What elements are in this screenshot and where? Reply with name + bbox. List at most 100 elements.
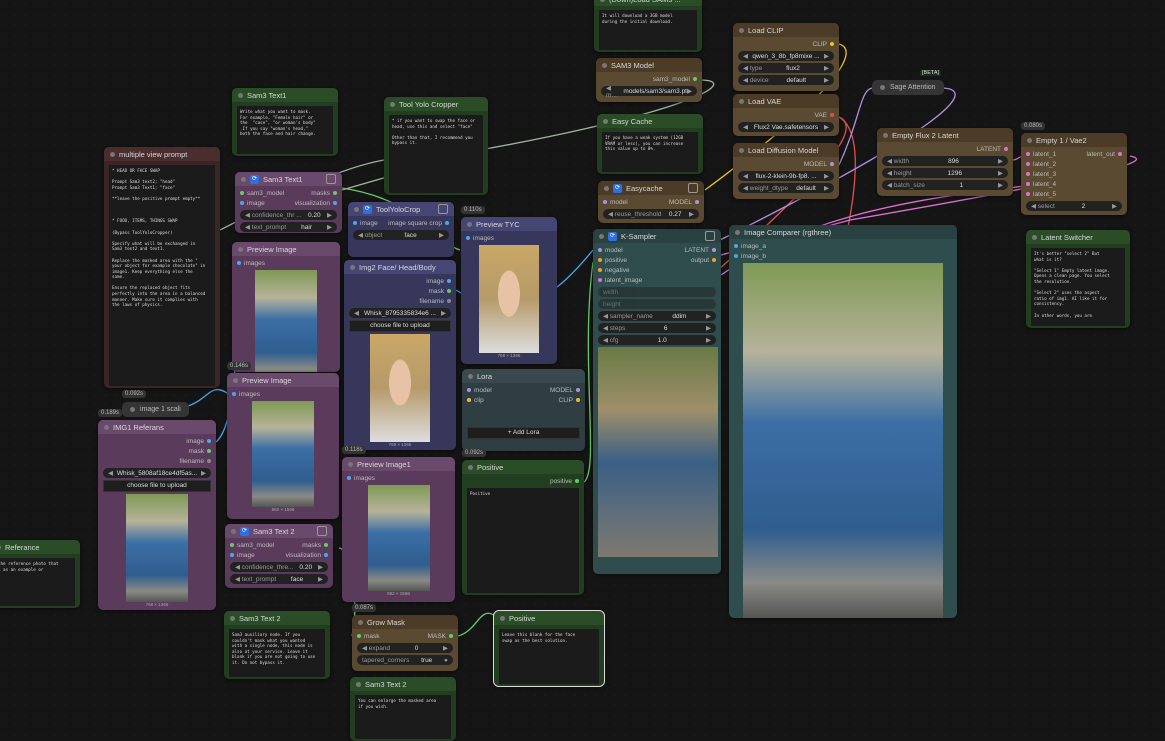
collapse-dot-icon[interactable] xyxy=(358,619,363,625)
output-slot[interactable]: LATENT xyxy=(977,146,1008,153)
note-text[interactable]: You can enlarge the masked area if you w… xyxy=(355,695,451,739)
node-header[interactable]: Load Diffusion Model xyxy=(733,143,839,157)
arrow-right-icon[interactable]: ▶ xyxy=(706,312,711,320)
input-slot[interactable]: images xyxy=(237,260,265,267)
input-pin-icon[interactable] xyxy=(353,221,357,225)
expand-icon[interactable] xyxy=(317,526,327,536)
input-slot[interactable]: sam3_model xyxy=(230,542,274,549)
output-slot[interactable]: image xyxy=(186,438,211,445)
collapse-dot-icon[interactable] xyxy=(354,206,359,212)
input-pin-icon[interactable] xyxy=(467,388,471,392)
widget-confidence_thr[interactable]: ◀ confidence_thr ... 0.20 ▶ xyxy=(240,210,337,220)
input-pin-icon[interactable] xyxy=(467,398,471,402)
output-pin-icon[interactable] xyxy=(207,459,211,463)
node-emptyflux[interactable]: Empty Flux 2 Latent LATENT ◀ width 896 ▶ ◀ he… xyxy=(877,128,1013,196)
node-loadclip[interactable]: Load CLIP CLIP ◀ qwen_3_8b_fp8mixe ... ▶ ◀ t… xyxy=(733,23,839,91)
node-header[interactable]: Preview TYC xyxy=(461,217,557,231)
node-img2[interactable]: Img2 Face/ Head/Body image mask filename ◀ W… xyxy=(344,260,456,450)
node-header[interactable]: Grow Mask xyxy=(352,615,458,629)
output-pin-icon[interactable] xyxy=(830,113,834,117)
output-slot[interactable]: latent_out xyxy=(1086,151,1122,158)
node-yolonote[interactable]: Tool Yolo Cropper * if you want to swap t… xyxy=(384,97,488,195)
widget-device[interactable]: ◀ device default ▶ xyxy=(738,75,834,85)
collapse-dot-icon[interactable] xyxy=(600,0,605,2)
input-pin-icon[interactable] xyxy=(240,201,244,205)
collapse-dot-icon[interactable] xyxy=(602,62,607,68)
widget-value[interactable]: ◀ qwen_3_8b_fp8mixe ... ▶ xyxy=(738,51,834,61)
output-pin-icon[interactable] xyxy=(830,42,834,46)
node-header[interactable]: Positive xyxy=(494,611,604,625)
note-text[interactable]: * HEAD OR FACE SWAP Prompt Sam3 text2; "… xyxy=(109,165,215,386)
input-pin-icon[interactable] xyxy=(232,392,236,396)
note-text[interactable]: If you have a weak system (12GB VRAM or … xyxy=(602,132,698,172)
node-sam3t2[interactable]: ⟳ Sam3 Text 2 sam3_model masks image visualiz… xyxy=(225,524,333,588)
arrow-right-icon[interactable]: ▶ xyxy=(824,184,829,192)
node-ksampler[interactable]: ⟳ K-Sampler model LATENT positive output negat… xyxy=(593,229,721,574)
collapsed-node-sage[interactable]: Sage Attention xyxy=(872,80,944,95)
widget-text_prompt[interactable]: ◀ text_prompt hair ▶ xyxy=(240,222,337,232)
input-pin-icon[interactable] xyxy=(598,248,602,252)
input-slot[interactable]: latent_2 xyxy=(1026,161,1056,168)
output-pin-icon[interactable] xyxy=(575,479,579,483)
node-prev3[interactable]: Preview Image1 images 882 × 1568 xyxy=(342,457,455,602)
collapse-dot-icon[interactable] xyxy=(0,544,1,550)
node-header[interactable]: Sam3 Text 2 xyxy=(350,677,456,691)
arrow-right-icon[interactable]: ▶ xyxy=(443,644,448,652)
collapse-dot-icon[interactable] xyxy=(739,27,744,33)
arrow-right-icon[interactable]: ▶ xyxy=(689,210,694,218)
node-loaddiff[interactable]: Load Diffusion Model MODEL ◀ flux-2-klein-… xyxy=(733,143,839,199)
input-slot[interactable]: positive xyxy=(598,257,627,264)
output-slot[interactable]: masks xyxy=(311,190,337,197)
output-pin-icon[interactable] xyxy=(712,258,716,262)
node-sam3note2[interactable]: Sam3 Text 2 Sam3 auxiliary node. If you c… xyxy=(224,611,330,679)
output-pin-icon[interactable] xyxy=(1004,147,1008,151)
arrow-right-icon[interactable]: ▶ xyxy=(824,76,829,84)
widget-reuse_threshold[interactable]: ◀ reuse_threshold 0.27 ▶ xyxy=(603,209,699,219)
note-text[interactable]: Write what you want to mask. For example… xyxy=(237,106,333,154)
expand-icon[interactable] xyxy=(688,183,698,193)
node-dlsam[interactable]: (Down)Load SAM3 ... It will download a 3G… xyxy=(594,0,702,52)
arrow-right-icon[interactable]: ▶ xyxy=(998,169,1003,177)
widget-text_prompt[interactable]: ◀ text_prompt face ▶ xyxy=(230,574,328,584)
arrow-right-icon[interactable]: ▶ xyxy=(998,157,1003,165)
note-text[interactable]: It's better "select 2" But what is it? "… xyxy=(1031,248,1125,326)
collapse-dot-icon[interactable] xyxy=(350,264,355,270)
node-header[interactable]: Latent Switcher xyxy=(1026,230,1130,244)
output-slot[interactable]: masks xyxy=(302,542,328,549)
input-pin-icon[interactable] xyxy=(357,634,361,638)
collapse-dot-icon[interactable] xyxy=(1027,137,1032,143)
output-slot[interactable]: output xyxy=(691,257,716,264)
node-header[interactable]: IMG1 Referans xyxy=(98,420,216,434)
collapse-dot-icon[interactable] xyxy=(604,185,609,191)
note-text[interactable]: It will download a 3GB model during the … xyxy=(599,10,697,50)
input-slot[interactable]: sam3_model xyxy=(240,190,284,197)
arrow-right-icon[interactable]: ▶ xyxy=(824,64,829,72)
collapse-dot-icon[interactable] xyxy=(390,101,395,107)
arrow-right-icon[interactable]: ▶ xyxy=(327,223,332,231)
node-header[interactable]: Img2 Face/ Head/Body xyxy=(344,260,456,274)
input-slot[interactable]: images xyxy=(466,235,494,242)
arrow-right-icon[interactable]: ▶ xyxy=(318,563,323,571)
widget-type[interactable]: ◀ type flux2 ▶ xyxy=(738,63,834,73)
input-pin-icon[interactable] xyxy=(1026,182,1030,186)
input-slot[interactable]: model xyxy=(467,387,492,394)
widget-sampler_name[interactable]: ◀ sampler_name ddim ▶ xyxy=(598,311,716,321)
output-slot[interactable]: MODEL xyxy=(669,199,699,206)
input-slot[interactable]: negative xyxy=(598,267,630,274)
arrow-right-icon[interactable]: ▶ xyxy=(1112,202,1117,210)
arrow-right-icon[interactable]: ▶ xyxy=(824,123,829,131)
input-pin-icon[interactable] xyxy=(230,543,234,547)
output-slot[interactable]: visualization xyxy=(295,200,337,207)
input-pin-icon[interactable] xyxy=(1026,172,1030,176)
node-header[interactable]: SAM3 Model xyxy=(596,58,702,72)
collapse-dot-icon[interactable] xyxy=(739,147,744,153)
input-pin-icon[interactable] xyxy=(347,476,351,480)
node-prev2[interactable]: Preview Image images 882 × 1568 xyxy=(227,373,339,519)
output-slot[interactable]: visualization xyxy=(286,552,328,559)
arrow-right-icon[interactable]: ▶ xyxy=(201,469,206,477)
node-easynote[interactable]: Easy Cache If you have a weak system (12G… xyxy=(597,114,703,174)
output-slot[interactable]: MODEL xyxy=(550,387,580,394)
collapse-dot-icon[interactable] xyxy=(883,132,888,138)
output-pin-icon[interactable] xyxy=(576,398,580,402)
input-slot[interactable]: image xyxy=(240,200,265,207)
